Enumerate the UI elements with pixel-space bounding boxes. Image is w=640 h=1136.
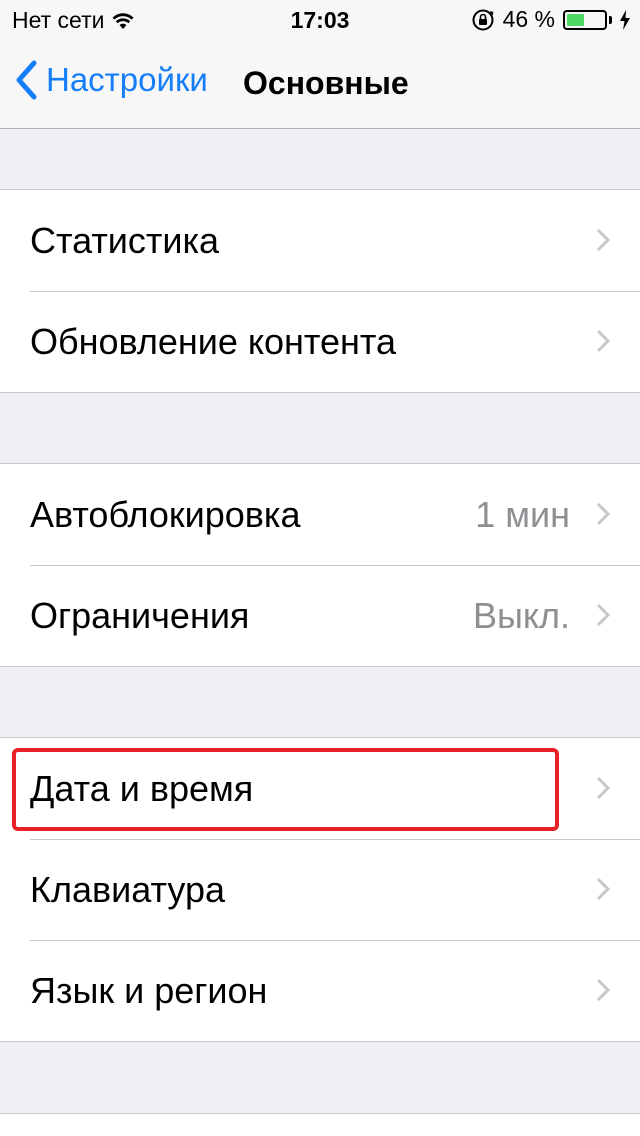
settings-row-language-region[interactable]: Язык и регион [0, 940, 640, 1041]
chevron-right-icon [596, 603, 610, 627]
settings-row-background-refresh[interactable]: Обновление контента [0, 291, 640, 392]
settings-row-auto-lock[interactable]: Автоблокировка 1 мин [0, 464, 640, 565]
chevron-right-icon [596, 776, 610, 800]
rotation-lock-icon [472, 9, 494, 30]
battery-percent: 46 % [502, 6, 555, 32]
row-label: Обновление контента [30, 320, 397, 362]
battery-tip [609, 15, 612, 24]
battery-icon [563, 9, 607, 30]
chevron-right-icon [596, 228, 610, 252]
settings-row-statistics[interactable]: Статистика [0, 190, 640, 291]
row-label: Язык и регион [30, 969, 268, 1011]
settings-group-locale: Дата и время Клавиатура Язык и регион [0, 737, 640, 1042]
status-right: 46 % [471, 6, 630, 33]
chevron-left-icon [16, 60, 37, 100]
chevron-right-icon [596, 877, 610, 901]
chevron-right-icon [596, 329, 610, 353]
row-label: Клавиатура [30, 868, 225, 910]
settings-row-restrictions[interactable]: Ограничения Выкл. [0, 565, 640, 666]
row-label: Ограничения [30, 594, 250, 636]
charging-bolt-icon [620, 9, 630, 30]
row-value: 1 мин [475, 493, 570, 535]
navigation-bar: Настройки Основные [0, 40, 640, 129]
settings-group-usage: Статистика Обновление контента [0, 189, 640, 393]
settings-group-lock: Автоблокировка 1 мин Ограничения Выкл. [0, 463, 640, 667]
page-title: Основные [243, 65, 409, 101]
row-value: Выкл. [472, 594, 570, 636]
settings-row-date-time[interactable]: Дата и время [0, 738, 640, 839]
settings-row-keyboard[interactable]: Клавиатура [0, 839, 640, 940]
settings-screen: Нет сети 17:03 46 % Настройки Основные С… [0, 0, 640, 1136]
row-label: Статистика [30, 219, 220, 261]
chevron-right-icon [596, 978, 610, 1002]
row-label: Дата и время [30, 767, 254, 809]
next-group-edge [0, 1113, 640, 1136]
row-label: Автоблокировка [30, 493, 301, 535]
status-bar: Нет сети 17:03 46 % [0, 0, 640, 40]
battery-fill [567, 13, 584, 26]
chevron-right-icon [596, 502, 610, 526]
back-button[interactable]: Настройки [14, 60, 208, 100]
back-button-label: Настройки [46, 61, 208, 98]
